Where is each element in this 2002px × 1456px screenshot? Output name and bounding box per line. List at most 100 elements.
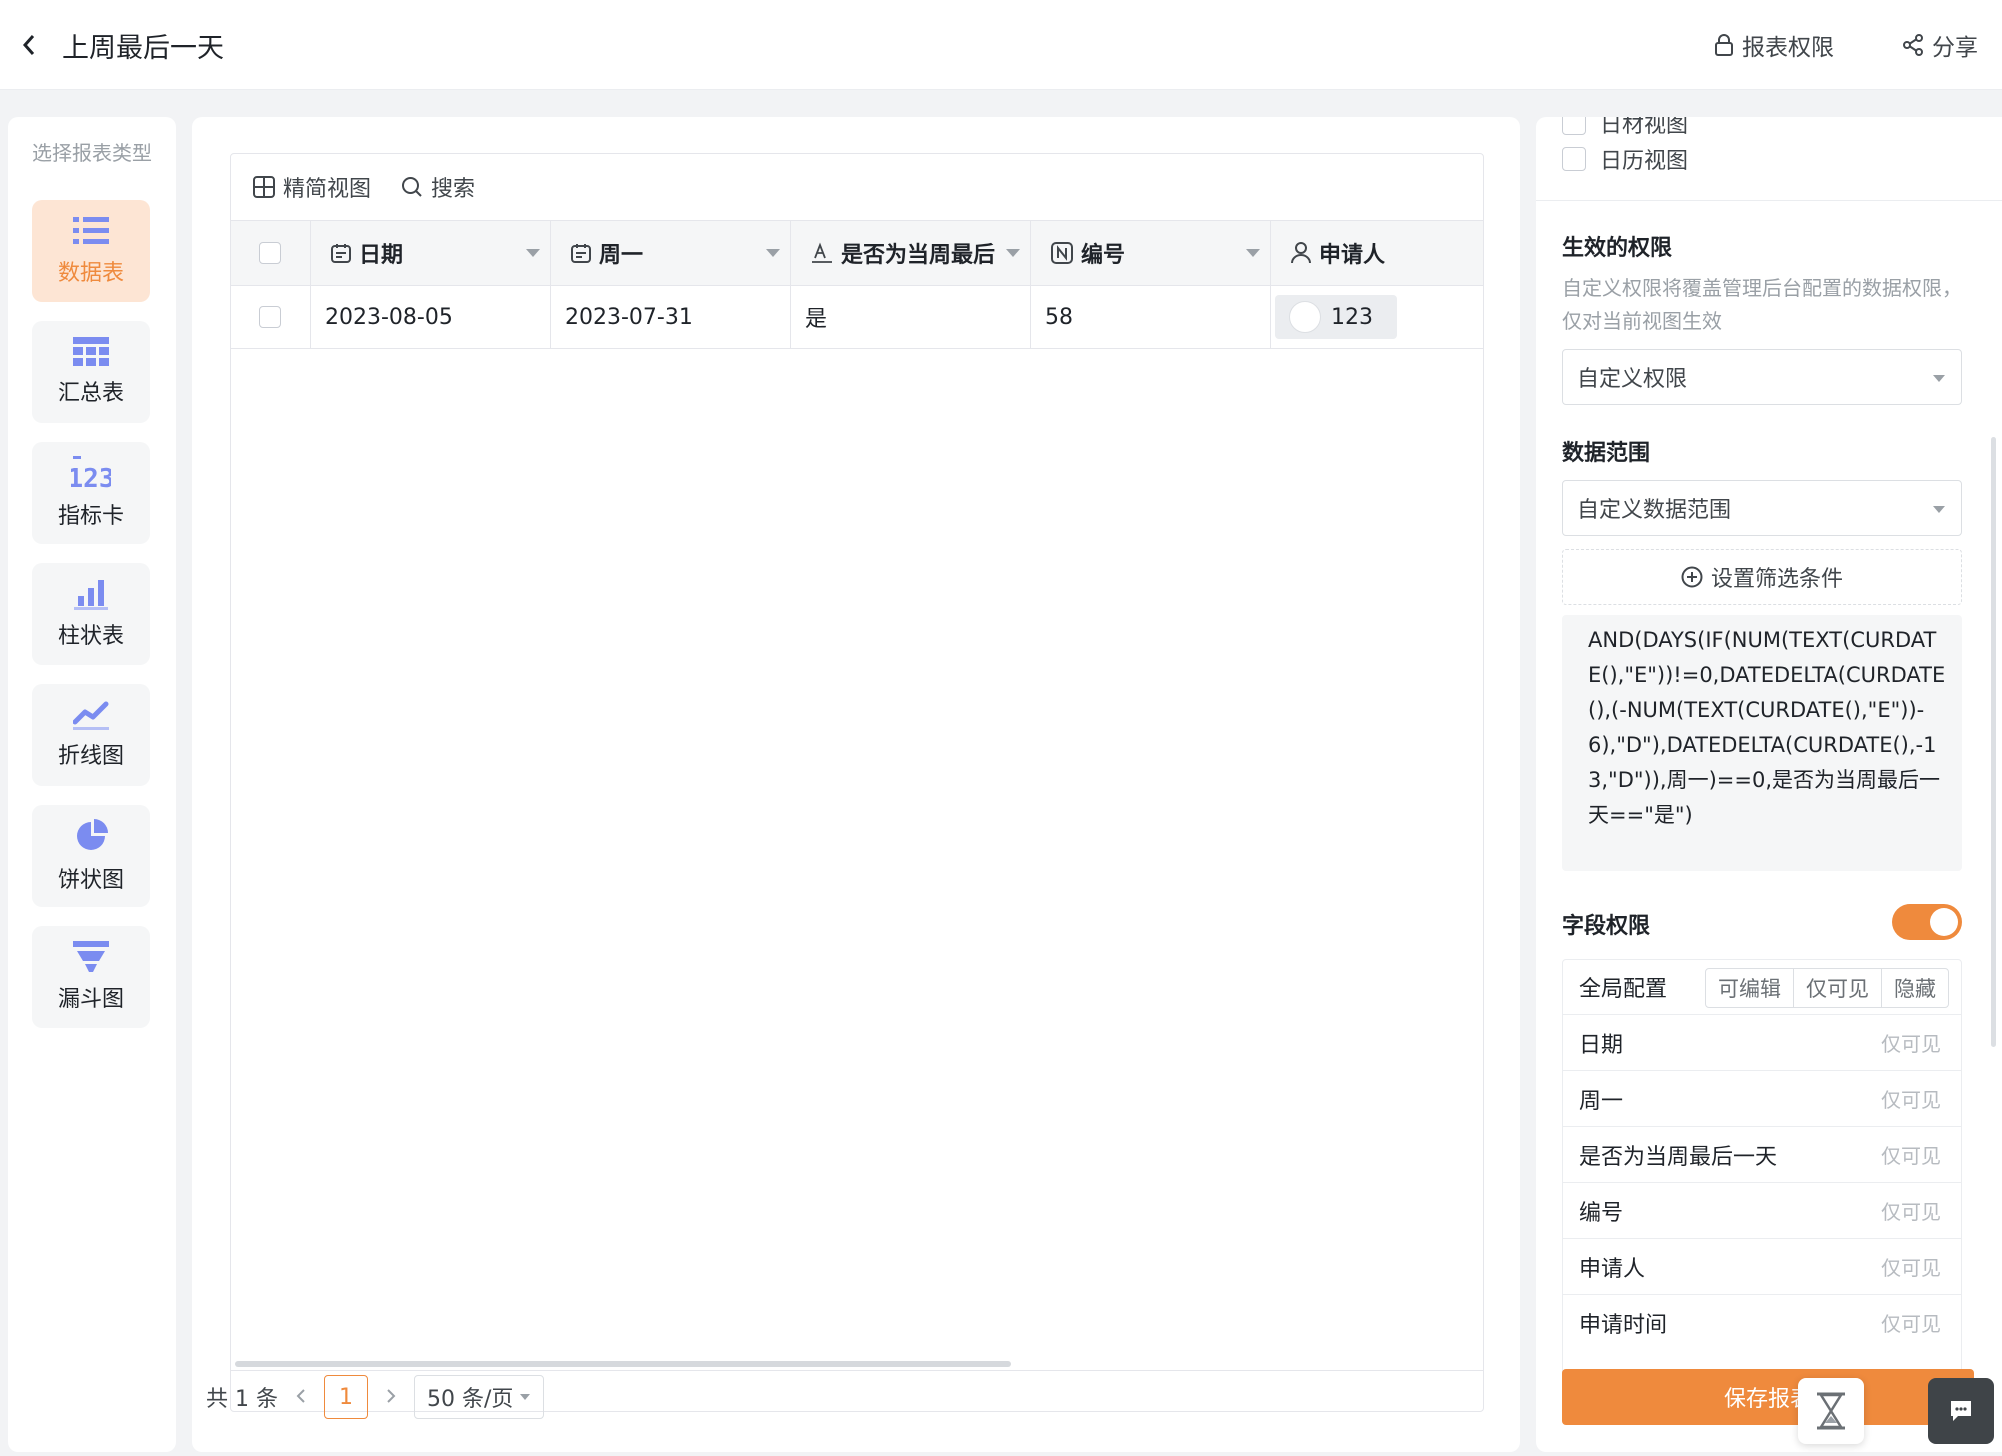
report-type-line-chart[interactable]: 折线图 bbox=[32, 684, 150, 786]
report-type-label: 汇总表 bbox=[57, 381, 124, 406]
set-filter-label: 设置筛选条件 bbox=[1710, 567, 1843, 592]
field-permission-row: 编号 仅可见 bbox=[1563, 1182, 1961, 1238]
view-option-checkbox[interactable] bbox=[1562, 147, 1586, 171]
panel-scrollbar[interactable] bbox=[1991, 437, 1996, 1047]
next-page-button[interactable] bbox=[386, 1385, 396, 1410]
field-permission-toggle[interactable] bbox=[1892, 904, 1962, 940]
column-header-label: 编号 bbox=[1081, 243, 1126, 268]
field-permission-value[interactable]: 仅可见 bbox=[1881, 1084, 1941, 1113]
save-report-button[interactable]: 保存报表 bbox=[1562, 1369, 1974, 1425]
field-permission-value[interactable]: 仅可见 bbox=[1881, 1140, 1941, 1169]
divider bbox=[1536, 200, 2002, 201]
user-tag[interactable]: 123 bbox=[1275, 295, 1397, 339]
search-button[interactable]: 搜索 bbox=[401, 171, 475, 203]
horizontal-scrollbar[interactable] bbox=[235, 1361, 1011, 1367]
global-mode-segment: 可编辑 仅可见 隐藏 bbox=[1705, 968, 1949, 1008]
column-header-monday[interactable]: 周一 bbox=[551, 221, 791, 285]
permission-select[interactable]: 自定义权限 bbox=[1562, 349, 1962, 405]
report-permission-button[interactable]: 报表权限 bbox=[1714, 28, 1834, 62]
report-type-summary-table[interactable]: 汇总表 bbox=[32, 321, 150, 423]
line-chart-icon bbox=[73, 701, 109, 730]
view-option-label: 日材视图 bbox=[1600, 117, 1689, 138]
prev-page-button[interactable] bbox=[296, 1385, 306, 1410]
field-permission-row: 申请人 仅可见 bbox=[1563, 1238, 1961, 1294]
compact-view-button[interactable]: 精简视图 bbox=[253, 171, 371, 203]
chevron-left-icon bbox=[22, 35, 35, 55]
hourglass-button[interactable] bbox=[1798, 1378, 1864, 1444]
field-permission-value[interactable]: 仅可见 bbox=[1881, 1028, 1941, 1057]
caret-down-icon bbox=[520, 1394, 531, 1400]
total-count: 共 1 条 bbox=[206, 1387, 278, 1412]
caret-down-icon[interactable] bbox=[1246, 249, 1260, 257]
field-name: 申请时间 bbox=[1579, 1312, 1668, 1338]
chat-button[interactable] bbox=[1928, 1378, 1994, 1444]
mode-visible-button[interactable]: 仅可见 bbox=[1794, 969, 1882, 1007]
column-header-number[interactable]: 编号 bbox=[1031, 221, 1271, 285]
field-name: 周一 bbox=[1579, 1088, 1624, 1114]
share-button[interactable]: 分享 bbox=[1902, 28, 1978, 62]
page-size-value: 50 条/页 bbox=[426, 1387, 514, 1412]
cell-monday[interactable]: 2023-07-31 bbox=[551, 286, 791, 348]
view-option-calendar[interactable]: 日历视图 bbox=[1562, 143, 1688, 175]
caret-down-icon[interactable] bbox=[1006, 249, 1020, 257]
filter-formula[interactable]: AND(DAYS(IF(NUM(TEXT(CURDATE(),"E"))!=0,… bbox=[1562, 615, 1962, 871]
calendar-icon bbox=[331, 244, 351, 263]
config-panel: 日材视图 日历视图 生效的权限 自定义权限将覆盖管理后台配置的数据权限，仅对当前… bbox=[1536, 117, 2002, 1452]
table-header: 日期 周一 是否为当周最后 编号 申请人 bbox=[231, 220, 1483, 286]
chat-icon bbox=[1951, 1401, 1971, 1421]
field-permission-value[interactable]: 仅可见 bbox=[1881, 1308, 1941, 1337]
report-type-panel: 选择报表类型 数据表 汇总表 123 指标卡 柱状表 折线图 饼状图 漏斗图 bbox=[8, 117, 176, 1452]
cell-is-last-day[interactable]: 是 bbox=[791, 286, 1031, 348]
caret-down-icon bbox=[1933, 506, 1945, 513]
page-number-current[interactable]: 1 bbox=[323, 1375, 368, 1419]
svg-text:123: 123 bbox=[71, 464, 111, 490]
mode-hidden-button[interactable]: 隐藏 bbox=[1882, 969, 1948, 1007]
report-type-funnel-chart[interactable]: 漏斗图 bbox=[32, 926, 150, 1028]
user-icon bbox=[1291, 242, 1311, 264]
share-label: 分享 bbox=[1932, 35, 1978, 61]
page-size-select[interactable]: 50 条/页 bbox=[413, 1375, 545, 1419]
report-type-title: 选择报表类型 bbox=[32, 141, 152, 165]
data-scope-select[interactable]: 自定义数据范围 bbox=[1562, 480, 1962, 536]
report-type-indicator-card[interactable]: 123 指标卡 bbox=[32, 442, 150, 544]
report-permission-label: 报表权限 bbox=[1742, 35, 1834, 61]
field-permission-row: 申请时间 仅可见 bbox=[1563, 1294, 1961, 1350]
cell-date[interactable]: 2023-08-05 bbox=[311, 286, 551, 348]
grid-toolbar: 精简视图 搜索 bbox=[231, 154, 1483, 220]
number-icon: 123 bbox=[71, 456, 111, 490]
set-filter-button[interactable]: 设置筛选条件 bbox=[1562, 549, 1962, 605]
number-field-icon bbox=[1051, 242, 1073, 264]
field-permission-value[interactable]: 仅可见 bbox=[1881, 1196, 1941, 1225]
hourglass-icon bbox=[1817, 1392, 1845, 1430]
pie-chart-icon bbox=[77, 819, 108, 850]
field-permission-value[interactable]: 仅可见 bbox=[1881, 1252, 1941, 1281]
table-row[interactable]: 2023-08-05 2023-07-31 是 58 123 bbox=[231, 286, 1483, 349]
field-permission-row: 周一 仅可见 bbox=[1563, 1070, 1961, 1126]
caret-down-icon[interactable] bbox=[526, 249, 540, 257]
report-type-data-table[interactable]: 数据表 bbox=[32, 200, 150, 302]
cell-applicant[interactable]: 123 bbox=[1271, 286, 1483, 348]
caret-down-icon[interactable] bbox=[766, 249, 780, 257]
select-all-cell bbox=[231, 221, 311, 285]
table-icon bbox=[73, 337, 109, 366]
pagination: 共 1 条 1 50 条/页 bbox=[206, 1375, 545, 1419]
chevron-left-icon bbox=[296, 1388, 305, 1403]
mode-editable-button[interactable]: 可编辑 bbox=[1706, 969, 1794, 1007]
column-header-is-last-day[interactable]: 是否为当周最后 bbox=[791, 221, 1031, 285]
back-button[interactable] bbox=[14, 28, 44, 62]
global-config-row: 全局配置 可编辑 仅可见 隐藏 bbox=[1563, 960, 1961, 1014]
column-header-date[interactable]: 日期 bbox=[311, 221, 551, 285]
view-option-checkbox[interactable] bbox=[1562, 117, 1586, 135]
view-option-partial[interactable]: 日材视图 bbox=[1562, 117, 1688, 139]
calendar-icon bbox=[571, 244, 591, 263]
field-permission-title: 字段权限 bbox=[1562, 914, 1651, 939]
report-type-pie-chart[interactable]: 饼状图 bbox=[32, 805, 150, 907]
cell-number[interactable]: 58 bbox=[1031, 286, 1271, 348]
share-icon bbox=[1903, 34, 1923, 56]
row-checkbox[interactable] bbox=[259, 306, 281, 328]
column-header-applicant[interactable]: 申请人 bbox=[1271, 221, 1483, 285]
view-option-label: 日历视图 bbox=[1600, 149, 1689, 174]
report-type-bar-chart[interactable]: 柱状表 bbox=[32, 563, 150, 665]
effective-permission-title: 生效的权限 bbox=[1562, 236, 1673, 261]
select-all-checkbox[interactable] bbox=[259, 242, 281, 264]
